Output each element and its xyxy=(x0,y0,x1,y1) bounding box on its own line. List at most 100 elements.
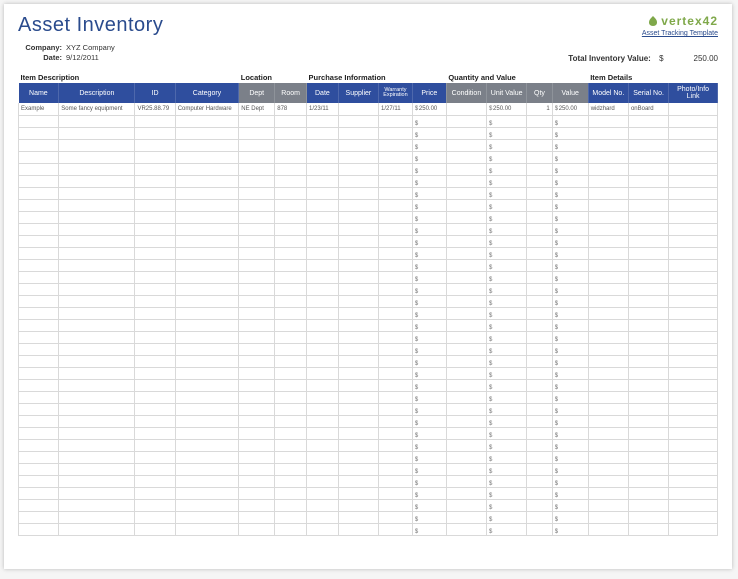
cell[interactable] xyxy=(19,127,59,139)
cell[interactable] xyxy=(19,475,59,487)
cell[interactable] xyxy=(379,379,413,391)
cell[interactable] xyxy=(175,127,239,139)
cell[interactable] xyxy=(446,211,486,223)
cell[interactable] xyxy=(487,151,527,163)
cell[interactable] xyxy=(628,259,668,271)
cell[interactable] xyxy=(239,427,275,439)
cell[interactable] xyxy=(628,343,668,355)
cell[interactable] xyxy=(379,475,413,487)
cell[interactable] xyxy=(552,403,588,415)
cell[interactable] xyxy=(412,175,446,187)
cell[interactable] xyxy=(239,235,275,247)
cell[interactable] xyxy=(552,223,588,235)
cell[interactable] xyxy=(527,499,552,511)
cell[interactable] xyxy=(59,499,135,511)
cell[interactable] xyxy=(527,367,552,379)
cell[interactable] xyxy=(59,295,135,307)
cell[interactable] xyxy=(669,151,718,163)
cell[interactable] xyxy=(628,391,668,403)
cell[interactable] xyxy=(239,379,275,391)
cell[interactable] xyxy=(446,415,486,427)
cell[interactable] xyxy=(59,427,135,439)
cell[interactable] xyxy=(239,175,275,187)
cell[interactable] xyxy=(669,295,718,307)
cell[interactable] xyxy=(446,139,486,151)
cell[interactable] xyxy=(669,103,718,115)
cell[interactable] xyxy=(487,403,527,415)
cell[interactable] xyxy=(446,451,486,463)
cell[interactable] xyxy=(552,259,588,271)
cell[interactable] xyxy=(275,139,307,151)
cell[interactable] xyxy=(588,415,628,427)
cell[interactable] xyxy=(379,451,413,463)
cell[interactable] xyxy=(239,127,275,139)
cell[interactable] xyxy=(59,283,135,295)
cell[interactable] xyxy=(135,127,175,139)
cell[interactable] xyxy=(487,391,527,403)
cell[interactable] xyxy=(307,391,339,403)
cell[interactable] xyxy=(239,487,275,499)
cell[interactable] xyxy=(59,379,135,391)
cell[interactable] xyxy=(412,127,446,139)
cell[interactable] xyxy=(307,319,339,331)
cell[interactable] xyxy=(307,127,339,139)
cell[interactable] xyxy=(588,175,628,187)
cell[interactable] xyxy=(307,163,339,175)
cell[interactable] xyxy=(552,199,588,211)
cell[interactable] xyxy=(487,247,527,259)
cell[interactable] xyxy=(628,475,668,487)
cell[interactable] xyxy=(669,163,718,175)
cell[interactable] xyxy=(669,199,718,211)
cell[interactable] xyxy=(446,367,486,379)
cell[interactable] xyxy=(338,523,378,535)
cell[interactable] xyxy=(527,247,552,259)
cell[interactable] xyxy=(552,163,588,175)
cell[interactable] xyxy=(307,343,339,355)
cell[interactable] xyxy=(59,139,135,151)
cell[interactable] xyxy=(239,115,275,127)
cell[interactable] xyxy=(669,271,718,283)
cell[interactable] xyxy=(527,235,552,247)
cell[interactable] xyxy=(379,415,413,427)
cell[interactable] xyxy=(19,235,59,247)
cell[interactable] xyxy=(239,307,275,319)
cell[interactable] xyxy=(338,163,378,175)
cell[interactable] xyxy=(552,415,588,427)
cell[interactable] xyxy=(59,175,135,187)
cell[interactable] xyxy=(175,235,239,247)
cell[interactable] xyxy=(19,499,59,511)
col-price[interactable]: Price xyxy=(412,83,446,103)
cell[interactable] xyxy=(487,199,527,211)
cell[interactable] xyxy=(588,307,628,319)
cell[interactable] xyxy=(239,151,275,163)
cell[interactable] xyxy=(628,139,668,151)
cell[interactable] xyxy=(487,319,527,331)
cell[interactable] xyxy=(59,319,135,331)
cell[interactable] xyxy=(275,271,307,283)
cell[interactable] xyxy=(379,235,413,247)
cell[interactable] xyxy=(275,175,307,187)
cell[interactable] xyxy=(588,523,628,535)
cell[interactable] xyxy=(19,187,59,199)
cell[interactable] xyxy=(487,415,527,427)
cell[interactable] xyxy=(338,367,378,379)
cell[interactable] xyxy=(588,235,628,247)
cell[interactable] xyxy=(19,415,59,427)
cell[interactable] xyxy=(628,427,668,439)
cell[interactable] xyxy=(552,235,588,247)
cell[interactable] xyxy=(19,463,59,475)
cell[interactable] xyxy=(59,523,135,535)
cell[interactable] xyxy=(527,307,552,319)
cell[interactable] xyxy=(412,199,446,211)
cell[interactable] xyxy=(628,331,668,343)
cell[interactable] xyxy=(588,427,628,439)
cell[interactable] xyxy=(487,115,527,127)
cell[interactable] xyxy=(275,295,307,307)
cell[interactable] xyxy=(175,379,239,391)
cell[interactable] xyxy=(59,115,135,127)
cell[interactable] xyxy=(588,451,628,463)
cell[interactable] xyxy=(446,247,486,259)
cell[interactable] xyxy=(239,271,275,283)
col-model[interactable]: Model No. xyxy=(588,83,628,103)
cell[interactable] xyxy=(59,415,135,427)
